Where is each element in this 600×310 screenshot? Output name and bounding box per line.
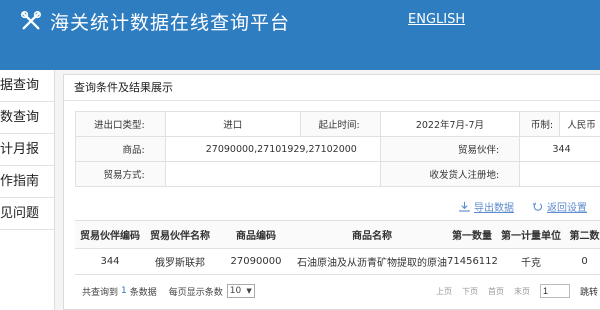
cell-qty-2: 0 <box>565 248 600 275</box>
page-number-input[interactable] <box>539 284 570 298</box>
period-label: 起止时间: <box>299 111 381 137</box>
total-suffix: 条数据 <box>129 287 157 298</box>
export-button[interactable]: 导出数据 <box>459 199 514 214</box>
cell-unit-1: 千克 <box>497 248 565 275</box>
jump-button[interactable]: 跳转 <box>580 285 598 298</box>
col-qty-2[interactable]: 第二数 <box>565 220 600 249</box>
reset-button[interactable]: 返回设置 <box>532 199 587 214</box>
results-header: 贸易伙伴编码 贸易伙伴名称 商品编码 商品名称 第一数量 第一计量单位 第二数 <box>75 220 600 249</box>
currency-value: 人民币 <box>559 111 600 137</box>
partner-label: 贸易伙伴: <box>379 136 521 162</box>
sidebar: 据查询 数查询 计月报 作指南 见问题 <box>0 70 55 310</box>
chevron-down-icon: ▼ <box>246 287 252 295</box>
result-panel: 查询条件及结果展示 进出口类型: 进口 起止时间: 2022年7月-7月 币制:… <box>63 74 600 310</box>
next-page-link[interactable]: 下页 <box>462 286 478 297</box>
trade-type-label: 进出口类型: <box>75 111 166 137</box>
first-page-link[interactable]: 首页 <box>488 286 504 297</box>
col-unit-1[interactable]: 第一计量单位 <box>497 220 565 249</box>
trade-type-value: 进口 <box>164 111 301 137</box>
cell-goods-code: 27090000 <box>215 248 297 275</box>
col-partner-code[interactable]: 贸易伙伴编码 <box>75 220 145 249</box>
col-goods-code[interactable]: 商品编码 <box>215 220 297 249</box>
pager: 上页 下页 首页 末页 跳转 <box>436 281 598 301</box>
cell-qty-1: 7145611212 <box>447 248 497 275</box>
page-size-label: 每页显示条数 <box>168 287 223 298</box>
return-icon <box>532 202 543 211</box>
period-value: 2022年7月-7月 <box>379 111 521 137</box>
logo-icon <box>21 11 41 30</box>
top-banner: 海关统计数据在线查询平台 ENGLISH <box>0 0 600 70</box>
page-size-value: 10 <box>229 286 242 296</box>
sidebar-item-monthly-report[interactable]: 计月报 <box>0 134 54 166</box>
english-link[interactable]: ENGLISH <box>408 12 465 27</box>
results-table: 贸易伙伴编码 贸易伙伴名称 商品编码 商品名称 第一数量 第一计量单位 第二数 … <box>75 220 600 275</box>
trade-mode-value <box>164 161 381 187</box>
page-size-select[interactable]: 10 ▼ <box>226 284 255 298</box>
trade-mode-label: 贸易方式: <box>75 161 166 187</box>
goods-value: 27090000,27101929,27102000 <box>164 136 381 162</box>
currency-label: 币制: <box>519 111 561 137</box>
cell-partner-name: 俄罗斯联邦 <box>145 248 215 275</box>
export-label: 导出数据 <box>474 203 514 214</box>
sidebar-item-guide[interactable]: 作指南 <box>0 166 54 198</box>
consignee-label: 收发货人注册地: <box>379 161 521 187</box>
prev-page-link[interactable]: 上页 <box>436 286 452 297</box>
cell-goods-name: 石油原油及从沥青矿物提取的原油 <box>297 248 447 275</box>
goods-label: 商品: <box>75 136 166 162</box>
brand: 海关统计数据在线查询平台 <box>20 8 290 34</box>
download-icon <box>459 201 470 212</box>
partner-value: 344 <box>519 136 600 162</box>
reset-label: 返回设置 <box>547 203 587 214</box>
table-row: 344 俄罗斯联邦 27090000 石油原油及从沥青矿物提取的原油 71456… <box>75 248 600 275</box>
consignee-value <box>519 161 600 187</box>
total-count: 1 <box>121 286 127 296</box>
app-title: 海关统计数据在线查询平台 <box>50 11 291 34</box>
sidebar-item-data-query[interactable]: 据查询 <box>0 70 54 102</box>
conditions-table: 进出口类型: 进口 起止时间: 2022年7月-7月 币制: 人民币 商品: 2… <box>75 111 600 187</box>
action-bar: 导出数据 返回设置 <box>459 199 587 214</box>
cell-partner-code: 344 <box>75 248 145 275</box>
table-footer: 共查询到 1 条数据 每页显示条数 10 ▼ 上页 下页 首页 末页 跳转 <box>82 281 600 301</box>
panel-title: 查询条件及结果展示 <box>64 75 600 101</box>
sidebar-item-faq[interactable]: 见问题 <box>0 198 54 230</box>
col-goods-name[interactable]: 商品名称 <box>297 220 447 249</box>
total-prefix: 共查询到 <box>82 287 119 298</box>
col-qty-1[interactable]: 第一数量 <box>447 220 497 249</box>
col-partner-name[interactable]: 贸易伙伴名称 <box>145 220 215 249</box>
sidebar-item-param-query[interactable]: 数查询 <box>0 102 54 134</box>
last-page-link[interactable]: 末页 <box>514 286 530 297</box>
